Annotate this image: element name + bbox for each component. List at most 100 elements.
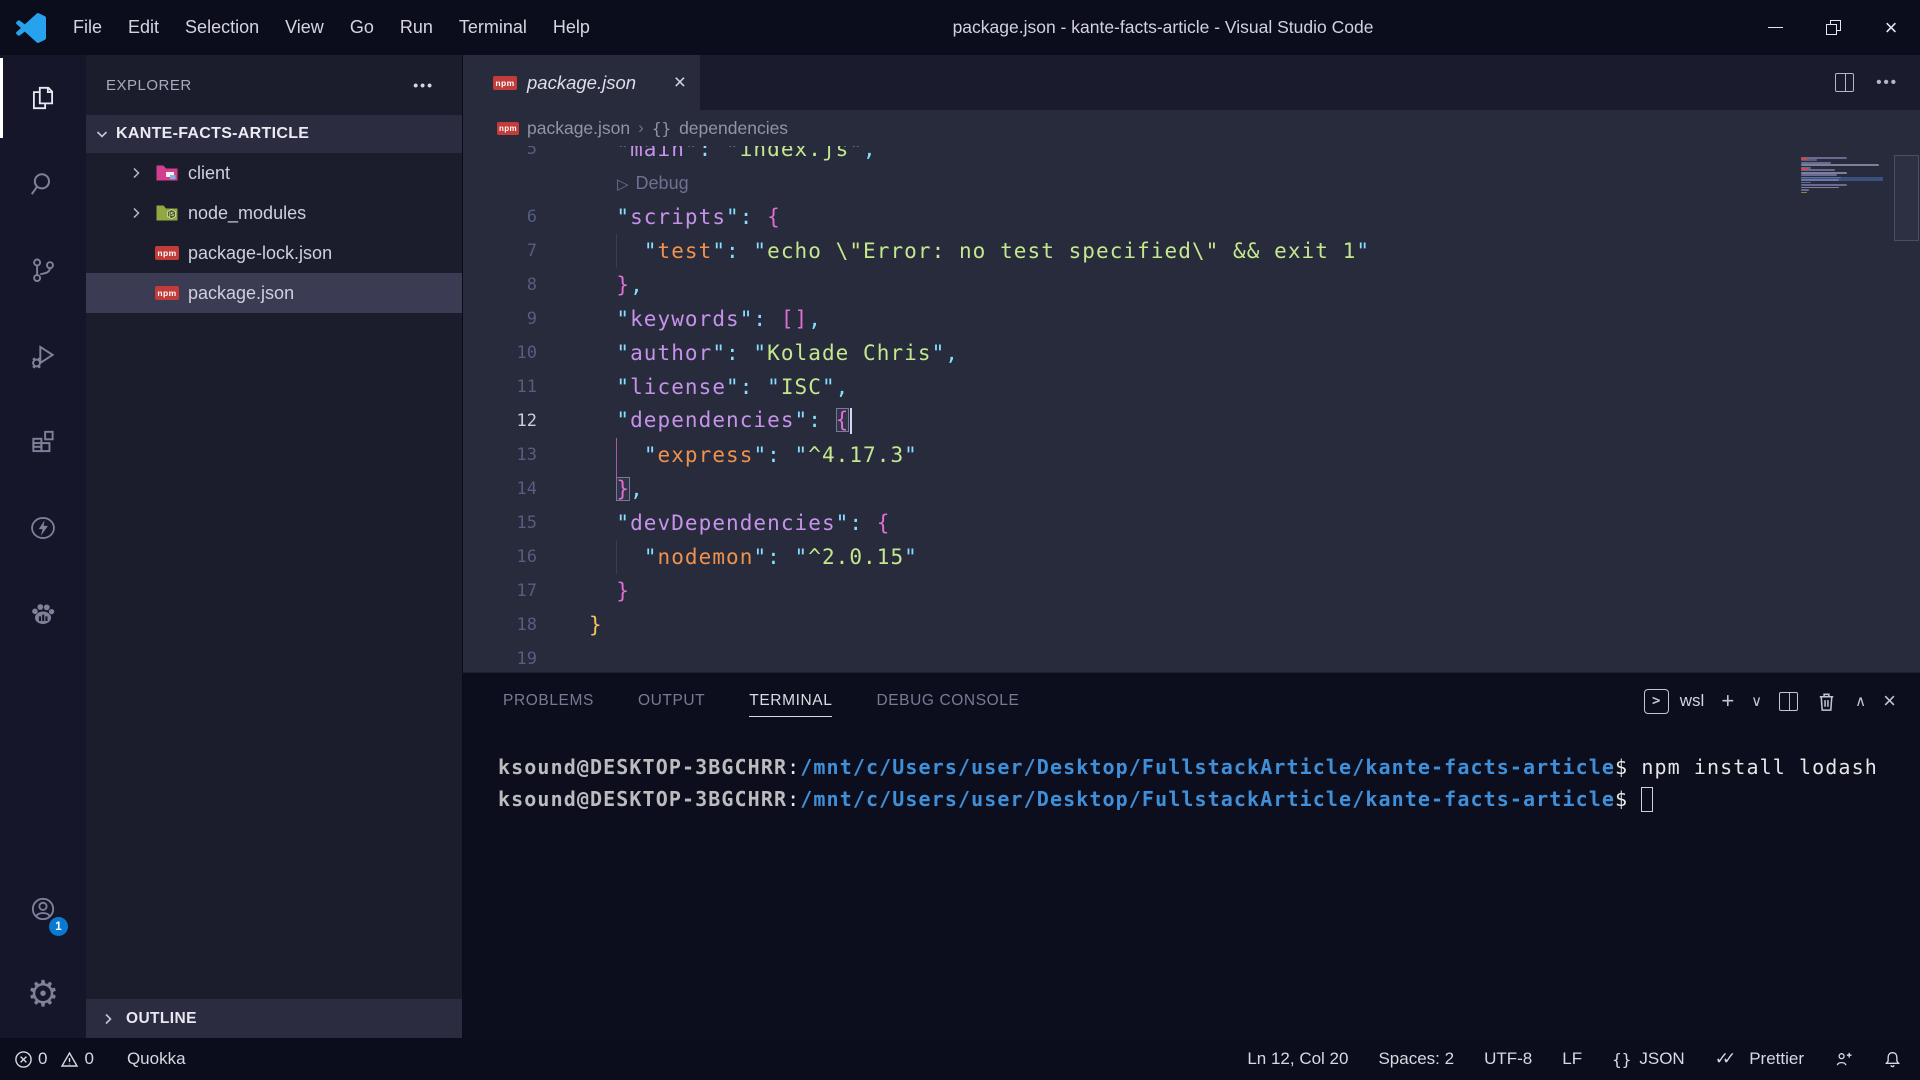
panel-tab-debug-console[interactable]: DEBUG CONSOLE: [876, 686, 1019, 716]
tab-package-json[interactable]: npm package.json ×: [463, 55, 700, 110]
run-and-debug-icon[interactable]: [0, 313, 86, 399]
panel-tab-terminal[interactable]: TERMINAL: [749, 686, 832, 717]
tree-item-client[interactable]: client: [86, 153, 462, 193]
code-text: "license": "ISC",: [537, 375, 849, 399]
project-section-header[interactable]: KANTE-FACTS-ARTICLE: [86, 115, 462, 153]
notifications-bell-icon[interactable]: [1883, 1050, 1902, 1069]
double-check-icon: ✓✓: [1715, 1049, 1730, 1069]
line-number: 11: [463, 377, 537, 397]
npm-icon: npm: [155, 246, 179, 260]
terminal-line: ksound@DESKTOP-3BGCHRR:/mnt/c/Users/user…: [498, 755, 1920, 787]
menu-terminal[interactable]: Terminal: [446, 0, 540, 55]
code-line-13: 13 "express": "^4.17.3": [463, 438, 1920, 472]
code-text: "devDependencies": {: [537, 511, 890, 535]
quokka-icon[interactable]: [0, 485, 86, 571]
tree-item-package.json[interactable]: npmpackage.json: [86, 273, 462, 313]
tree-item-node_modules[interactable]: JSnode_modules: [86, 193, 462, 233]
indentation[interactable]: Spaces: 2: [1378, 1049, 1454, 1069]
settings-gear-icon[interactable]: ⚙: [0, 952, 86, 1038]
terminal-dropdown-icon[interactable]: ∨: [1751, 694, 1762, 709]
baidu-paw-icon[interactable]: [0, 571, 86, 657]
code-line-17: 17 }: [463, 574, 1920, 608]
explorer-sidebar: EXPLORER ••• KANTE-FACTS-ARTICLE clientJ…: [86, 55, 463, 1038]
active-bracket-guide: [616, 438, 617, 482]
account-badge: 1: [49, 917, 68, 936]
warning-count: 0: [84, 1049, 93, 1069]
language-mode[interactable]: {} JSON: [1612, 1049, 1685, 1069]
account-icon[interactable]: 1: [0, 866, 86, 952]
new-terminal-icon[interactable]: +: [1721, 690, 1734, 712]
problems-status[interactable]: 0 0: [14, 1049, 94, 1069]
menu-selection[interactable]: Selection: [172, 0, 272, 55]
tab-label: package.json: [527, 72, 636, 94]
more-actions-icon[interactable]: •••: [413, 77, 434, 93]
code-line-12: 12 "dependencies": {: [463, 404, 1920, 438]
editor-more-actions-icon[interactable]: •••: [1876, 74, 1898, 91]
restore-button[interactable]: [1804, 0, 1862, 55]
codelens-row: ▷Debug: [463, 166, 1920, 200]
eol-sequence[interactable]: LF: [1562, 1049, 1582, 1069]
line-number: 17: [463, 581, 537, 601]
search-icon[interactable]: [0, 141, 86, 227]
menu-run[interactable]: Run: [387, 0, 446, 55]
status-bar: 0 0 Quokka Ln 12, Col 20 Spaces: 2 UTF-8…: [0, 1038, 1920, 1080]
explorer-icon[interactable]: [0, 55, 86, 141]
tree-item-label: client: [188, 163, 230, 184]
scrollbar-slider[interactable]: [1894, 155, 1919, 241]
code-line-9: 9 "keywords": [],: [463, 302, 1920, 336]
code-text: },: [537, 273, 644, 297]
cursor-position[interactable]: Ln 12, Col 20: [1247, 1049, 1348, 1069]
source-control-icon[interactable]: [0, 227, 86, 313]
npm-icon: npm: [155, 286, 179, 300]
formatter-status[interactable]: ✓✓ Prettier: [1715, 1049, 1804, 1069]
restore-icon: [1826, 20, 1841, 35]
code-line-18: 18}: [463, 608, 1920, 642]
file-tree: client JSnode_modulesnpmpackage-lock.json…: [86, 153, 462, 313]
menu-edit[interactable]: Edit: [115, 0, 172, 55]
terminal-output[interactable]: ksound@DESKTOP-3BGCHRR:/mnt/c/Users/user…: [463, 729, 1920, 819]
breadcrumb-symbol[interactable]: dependencies: [679, 118, 788, 139]
menu-file[interactable]: File: [60, 0, 115, 55]
panel-tab-output[interactable]: OUTPUT: [638, 686, 705, 716]
tab-bar: npm package.json × •••: [463, 55, 1920, 110]
close-button[interactable]: ×: [1862, 0, 1920, 55]
outline-section-header[interactable]: OUTLINE: [86, 999, 462, 1038]
code-text: "dependencies": {: [537, 408, 852, 434]
activity-bar: 1 ⚙: [0, 55, 86, 1038]
vscode-logo-icon: [16, 13, 46, 43]
code-text: "test": "echo \"Error: no test specified…: [537, 239, 1370, 263]
line-number: 9: [463, 309, 537, 329]
menu-view[interactable]: View: [272, 0, 337, 55]
editor-actions: •••: [1835, 55, 1898, 110]
close-panel-icon[interactable]: ×: [1883, 690, 1896, 712]
tree-item-package-lock.json[interactable]: npmpackage-lock.json: [86, 233, 462, 273]
split-editor-icon[interactable]: [1835, 73, 1854, 92]
code-line-11: 11 "license": "ISC",: [463, 370, 1920, 404]
code-line-7: 7 "test": "echo \"Error: no test specifi…: [463, 234, 1920, 268]
code-text: }: [537, 579, 630, 603]
codelens-debug-link[interactable]: ▷Debug: [537, 173, 689, 194]
project-name: KANTE-FACTS-ARTICLE: [116, 125, 309, 143]
minimap[interactable]: [1801, 157, 1883, 194]
feedback-icon[interactable]: [1834, 1050, 1853, 1069]
editor-pane: npm package.json × ••• npm package.json …: [463, 55, 1920, 1038]
quokka-status[interactable]: Quokka: [127, 1049, 186, 1069]
minimize-button[interactable]: [1746, 0, 1804, 55]
indent-guide: [616, 234, 617, 268]
line-number: 5: [463, 146, 537, 159]
code-editor[interactable]: 5 "main": "index.js",▷Debug6 "scripts": …: [463, 146, 1920, 672]
code-line-6: 6 "scripts": {: [463, 200, 1920, 234]
breadcrumb-file[interactable]: package.json: [527, 118, 630, 139]
extensions-icon[interactable]: [0, 399, 86, 485]
kill-terminal-icon[interactable]: [1815, 690, 1838, 713]
tab-close-icon[interactable]: ×: [674, 72, 686, 93]
split-terminal-icon[interactable]: [1779, 692, 1798, 711]
code-text: "nodemon": "^2.0.15": [537, 545, 918, 569]
maximize-panel-icon[interactable]: ∧: [1855, 694, 1866, 709]
encoding[interactable]: UTF-8: [1484, 1049, 1532, 1069]
chevron-down-icon: [94, 126, 110, 142]
menu-go[interactable]: Go: [337, 0, 387, 55]
menu-help[interactable]: Help: [540, 0, 603, 55]
code-text: "keywords": [],: [537, 307, 822, 331]
panel-tab-problems[interactable]: PROBLEMS: [503, 686, 594, 716]
